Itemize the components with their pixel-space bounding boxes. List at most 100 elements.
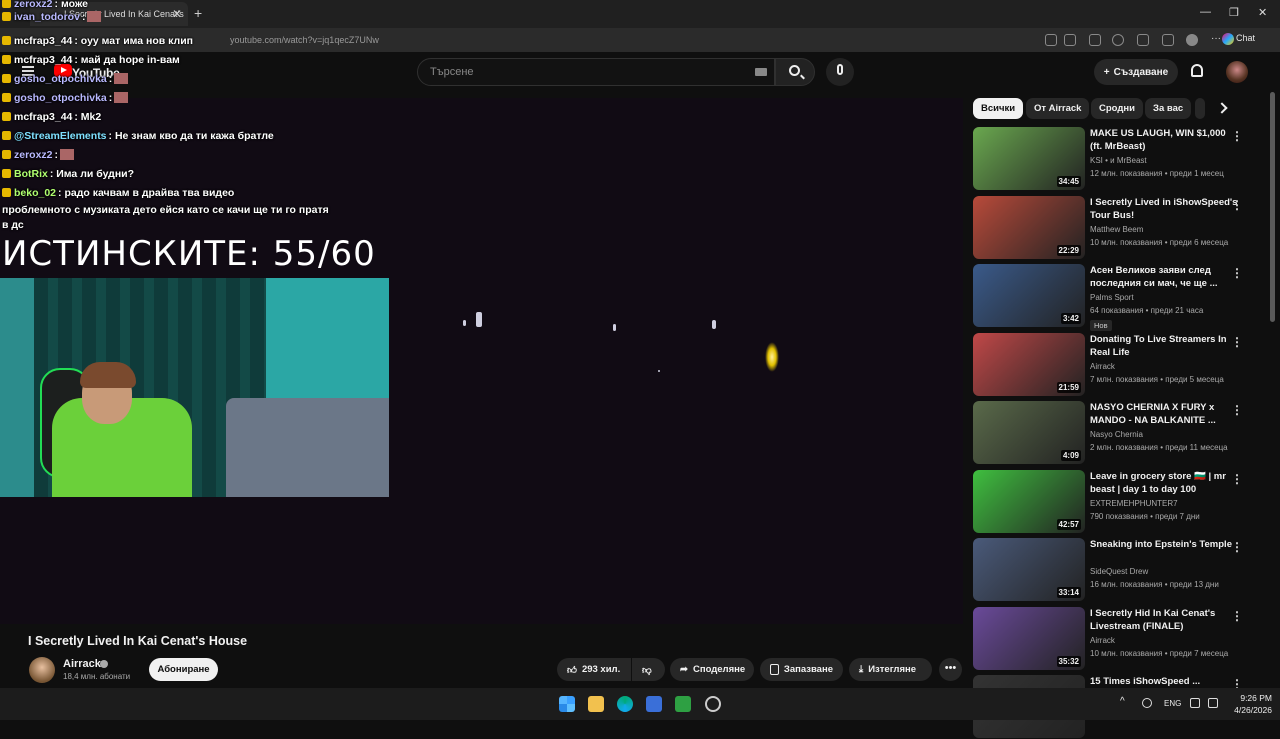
recommendation-meta: 10 млн. показвания • преди 6 месеца: [1090, 237, 1229, 247]
chevron-up-icon[interactable]: ^: [1120, 696, 1125, 707]
search-input[interactable]: Търсене: [417, 58, 775, 86]
mic-tray-icon[interactable]: [1142, 698, 1152, 708]
file-explorer-icon[interactable]: [588, 696, 604, 712]
download-button[interactable]: ⤓ Изтегляне: [849, 658, 932, 681]
duration-badge: 21:59: [1056, 381, 1081, 393]
recommendation-channel[interactable]: Airrack: [1090, 362, 1115, 371]
recommendation-item[interactable]: 22:29 I Secretly Lived in iShowSpeed's To…: [973, 195, 1263, 260]
kebab-menu-icon[interactable]: ⋮: [1231, 472, 1243, 486]
recommendation-channel[interactable]: Airrack: [1090, 636, 1115, 645]
channel-avatar[interactable]: [29, 657, 55, 683]
favorite-star-icon[interactable]: [1064, 34, 1076, 46]
volume-icon[interactable]: [1208, 698, 1218, 708]
recommendation-item[interactable]: 33:14 Sneaking into Epstein's Temple SideQ…: [973, 538, 1263, 602]
store-icon[interactable]: [646, 696, 662, 712]
recommendation-title[interactable]: Sneaking into Epstein's Temple: [1090, 538, 1240, 551]
dislike-button[interactable]: 👎︎: [632, 658, 665, 681]
recommendation-thumbnail[interactable]: 33:14: [973, 538, 1085, 601]
recommendation-thumbnail[interactable]: 42:57: [973, 469, 1085, 533]
recommendation-thumbnail[interactable]: 21:59: [973, 332, 1085, 396]
app-icon[interactable]: [705, 696, 721, 712]
kebab-menu-icon[interactable]: ⋮: [1231, 129, 1243, 143]
recommendation-item[interactable]: 34:45 MAKE US LAUGH, WIN $1,000 (ft. MrBe…: [973, 127, 1263, 191]
create-button[interactable]: + Създаване: [1094, 59, 1178, 85]
language-indicator[interactable]: ENG: [1164, 699, 1181, 708]
clock-time[interactable]: 9:26 PM: [1236, 693, 1272, 703]
clock-date[interactable]: 4/26/2026: [1229, 705, 1272, 715]
recommendation-channel[interactable]: Nasyo Chernia: [1090, 430, 1143, 439]
extension-icon[interactable]: [1089, 34, 1101, 46]
recommendation-thumbnail[interactable]: 4:09: [973, 401, 1085, 464]
mic-icon[interactable]: [837, 64, 843, 75]
kebab-menu-icon[interactable]: ⋮: [1231, 403, 1243, 417]
close-tab-icon[interactable]: ✕: [172, 7, 182, 21]
recommendation-thumbnail[interactable]: 3:42: [973, 264, 1085, 327]
bell-icon[interactable]: [1191, 64, 1203, 77]
window-close-icon[interactable]: ✕: [1258, 6, 1267, 19]
browser-menu-icon[interactable]: ···: [1211, 33, 1221, 44]
keyboard-icon[interactable]: [755, 68, 767, 76]
kebab-menu-icon[interactable]: ⋮: [1231, 198, 1243, 212]
recommendation-item[interactable]: 42:57 Leave in grocery store 🇧🇬 | mr beas…: [973, 469, 1263, 534]
collections-icon[interactable]: [1137, 34, 1149, 46]
recommendation-channel[interactable]: KSI • и MrBeast: [1090, 156, 1147, 165]
copilot-chat-button[interactable]: Chat: [1236, 33, 1255, 43]
share-button[interactable]: ➦ Споделяне: [670, 658, 754, 681]
recommendation-channel[interactable]: EXTREMEHPHUNTER7: [1090, 499, 1178, 508]
recommendation-item[interactable]: 4:09 NASYO CHERNIA X FURY x MANDO - NA BA…: [973, 401, 1263, 465]
like-button[interactable]: 👍︎ 293 хил.: [557, 658, 631, 681]
chip-related[interactable]: Сродни: [1091, 98, 1143, 119]
recommendation-title[interactable]: NASYO CHERNIA X FURY x MANDO - NA BALKAN…: [1090, 401, 1240, 427]
kebab-menu-icon[interactable]: ⋮: [1231, 335, 1243, 349]
more-icon[interactable]: •••: [939, 658, 962, 681]
chat-text: : оуу мат има нов клип: [74, 35, 194, 47]
recommendation-channel[interactable]: SideQuest Drew: [1090, 567, 1148, 576]
chip-partial[interactable]: [1195, 98, 1205, 119]
split-screen-icon[interactable]: [1045, 34, 1057, 46]
recommendation-channel[interactable]: Palms Sport: [1090, 293, 1134, 302]
url-field[interactable]: youtube.com/watch?v=jq1qecZ7UNw: [230, 35, 379, 45]
subscribe-button[interactable]: Абониране: [149, 658, 218, 681]
avatar[interactable]: [1226, 61, 1248, 83]
chat-message: mcfrap3_44: оуу мат има нов клип: [2, 35, 193, 47]
minimize-icon[interactable]: —: [1200, 6, 1211, 18]
recommendation-title[interactable]: 15 Times iShowSpeed ...: [1090, 675, 1240, 688]
recommendation-channel[interactable]: Matthew Beem: [1090, 225, 1143, 234]
save-button[interactable]: Запазване: [760, 658, 843, 681]
windows-start-icon[interactable]: [559, 696, 575, 712]
create-label: Създаване: [1113, 66, 1169, 78]
search-icon[interactable]: [789, 65, 800, 76]
chip-for-you[interactable]: За вас: [1145, 98, 1192, 119]
recommendation-item[interactable]: 21:59 Donating To Live Streamers In Real …: [973, 332, 1263, 397]
recommendation-title[interactable]: Асен Великов заяви след последния си мач…: [1090, 264, 1240, 290]
video-light: [476, 312, 482, 327]
profile-icon[interactable]: [1186, 34, 1198, 46]
chip-from-channel[interactable]: От Airrack: [1026, 98, 1090, 119]
recommendation-thumbnail[interactable]: 22:29: [973, 195, 1085, 259]
recommendation-title[interactable]: Leave in grocery store 🇧🇬 | mr beast | d…: [1090, 470, 1240, 496]
recommendation-thumbnail[interactable]: 34:45: [973, 127, 1085, 190]
recommendation-item[interactable]: 3:42 Асен Великов заяви след последния си…: [973, 264, 1263, 331]
channel-name[interactable]: Airrack: [63, 658, 101, 670]
chip-all[interactable]: Всички: [973, 98, 1024, 119]
kebab-menu-icon[interactable]: ⋮: [1231, 609, 1243, 623]
minecraft-icon[interactable]: [675, 696, 691, 712]
network-icon[interactable]: [1190, 698, 1200, 708]
chat-badge-icon: [2, 55, 11, 64]
recommendation-item[interactable]: 35:32 I Secretly Hid In Kai Cenat's Lives…: [973, 606, 1263, 671]
maximize-icon[interactable]: ❐: [1229, 6, 1239, 19]
favorites-icon[interactable]: [1162, 34, 1174, 46]
edge-browser-icon[interactable]: [617, 696, 633, 712]
recommendation-thumbnail[interactable]: 35:32: [973, 606, 1085, 670]
recommendation-title[interactable]: I Secretly Lived in iShowSpeed's Tour Bu…: [1090, 196, 1240, 222]
kebab-menu-icon[interactable]: ⋮: [1231, 540, 1243, 554]
scrollbar[interactable]: [1270, 92, 1275, 322]
recommendation-title[interactable]: Donating To Live Streamers In Real Life: [1090, 333, 1240, 359]
kebab-menu-icon[interactable]: ⋮: [1231, 266, 1243, 280]
recommendation-title[interactable]: MAKE US LAUGH, WIN $1,000 (ft. MrBeast): [1090, 127, 1240, 153]
refresh-extension-icon[interactable]: [1112, 34, 1124, 46]
chevron-right-icon[interactable]: [1216, 102, 1228, 114]
recommendation-title[interactable]: I Secretly Hid In Kai Cenat's Livestream…: [1090, 607, 1240, 633]
new-tab-icon[interactable]: +: [194, 5, 202, 21]
chat-username: zeroxz2: [14, 0, 53, 10]
